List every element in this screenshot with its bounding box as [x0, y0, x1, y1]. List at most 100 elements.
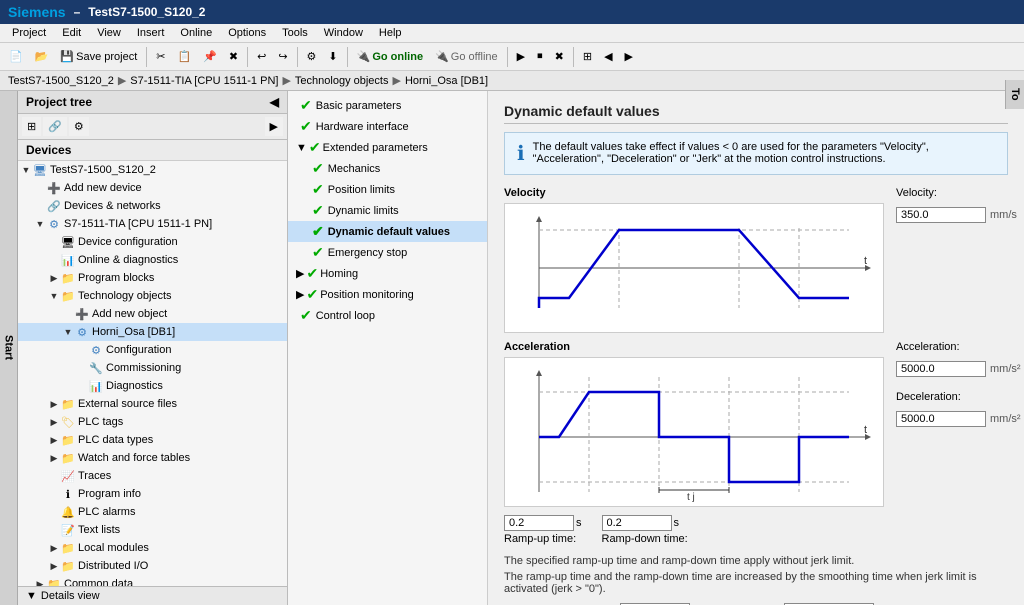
- tree-label-distIO: Distributed I/O: [78, 560, 287, 572]
- tree-item-devConfig[interactable]: 🖥 Device configuration: [18, 233, 287, 251]
- menu-tools[interactable]: Tools: [274, 25, 316, 41]
- param-basic[interactable]: ✔ Basic parameters: [288, 95, 487, 116]
- breadcrumb-item-0[interactable]: TestS7-1500_S120_2: [8, 75, 114, 87]
- tree-item-diagnostics[interactable]: 📊 Diagnostics: [18, 377, 287, 395]
- check-basic: ✔: [300, 97, 312, 114]
- tree-item-plcDataTypes[interactable]: ▶ 📁 PLC data types: [18, 431, 287, 449]
- tree-item-traces[interactable]: 📈 Traces: [18, 467, 287, 485]
- tree-label-diagnostics: Diagnostics: [106, 380, 287, 392]
- page-title: Dynamic default values: [504, 103, 1008, 124]
- tree-item-progInfo[interactable]: ℹ Program info: [18, 485, 287, 503]
- param-dynLimits[interactable]: ✔ Dynamic limits: [288, 200, 487, 221]
- tree-item-online[interactable]: 📊 Online & diagnostics: [18, 251, 287, 269]
- details-arrow[interactable]: ▼: [26, 590, 37, 602]
- overview-button[interactable]: ⊞: [578, 47, 597, 66]
- param-homing[interactable]: ▶ ✔ Homing: [288, 263, 487, 284]
- sidebar-btn-expand[interactable]: ▶: [265, 117, 283, 136]
- tree-item-commissioning[interactable]: 🔧 Commissioning: [18, 359, 287, 377]
- tree-item-addDevice[interactable]: ➕ Add new device: [18, 179, 287, 197]
- sidebar-btn-1[interactable]: ⊞: [22, 117, 41, 136]
- menu-online[interactable]: Online: [172, 25, 220, 41]
- redo-button[interactable]: ↪: [273, 47, 292, 66]
- breadcrumb-item-1[interactable]: S7-1511-TIA [CPU 1511-1 PN]: [130, 75, 278, 87]
- save-button[interactable]: 💾 Save project: [55, 47, 142, 66]
- tree-item-configuration[interactable]: ⚙ Configuration: [18, 341, 287, 359]
- tree-item-cpu[interactable]: ▼ ⚙ S7-1511-TIA [CPU 1511-1 PN]: [18, 215, 287, 233]
- undo-button[interactable]: ↩: [252, 47, 271, 66]
- sidebar-btn-3[interactable]: ⚙: [69, 117, 89, 136]
- acceleration-input[interactable]: [896, 361, 986, 377]
- check-posMon: ✔: [306, 286, 318, 303]
- download-button[interactable]: ⬇: [323, 47, 342, 66]
- tree-icon-devConfig: 🖥: [60, 234, 76, 250]
- compile-button[interactable]: ⚙: [302, 47, 322, 66]
- param-extended[interactable]: ▼ ✔ Extended parameters: [288, 137, 487, 158]
- tree-label-devConfig: Device configuration: [78, 236, 287, 248]
- param-posMon[interactable]: ▶ ✔ Position monitoring: [288, 284, 487, 305]
- param-dynDefaults[interactable]: ✔ Dynamic default values: [288, 221, 487, 242]
- tree-item-extSrc[interactable]: ▶ 📁 External source files: [18, 395, 287, 413]
- close-project-button[interactable]: ✖: [550, 47, 569, 66]
- ramp-down-field: s Ramp-down time:: [602, 515, 688, 545]
- deceleration-input[interactable]: [896, 411, 986, 427]
- ramp-up-input[interactable]: [504, 515, 574, 531]
- tree-label-addDevice: Add new device: [64, 182, 287, 194]
- breadcrumb-item-3[interactable]: Horni_Osa [DB1]: [405, 75, 488, 87]
- tree-item-addNew[interactable]: ➕ Add new object: [18, 305, 287, 323]
- paste-button[interactable]: 📌: [198, 47, 222, 66]
- tree-item-plcAlarms[interactable]: 🔔 PLC alarms: [18, 503, 287, 521]
- menu-help[interactable]: Help: [371, 25, 410, 41]
- tree-item-techObj[interactable]: ▼ 📁 Technology objects: [18, 287, 287, 305]
- label-posMon: Position monitoring: [320, 289, 414, 301]
- tree-item-localMods[interactable]: ▶ 📁 Local modules: [18, 539, 287, 557]
- velocity-input[interactable]: [896, 207, 986, 223]
- start-tab[interactable]: Start: [0, 91, 18, 605]
- tree-icon-online: 📊: [60, 252, 76, 268]
- velocity-value-field[interactable]: mm/s: [896, 207, 1017, 223]
- menu-options[interactable]: Options: [220, 25, 274, 41]
- tree-item-plcTags[interactable]: ▶ 🏷 PLC tags: [18, 413, 287, 431]
- tree-item-horni[interactable]: ▼ ⚙ Horni_Osa [DB1]: [18, 323, 287, 341]
- menu-project[interactable]: Project: [4, 25, 54, 41]
- tree-arrow-cpu: ▼: [34, 219, 46, 229]
- back-button[interactable]: ◀: [599, 47, 617, 66]
- stop-cpu-button[interactable]: ⏹: [532, 47, 548, 66]
- menu-insert[interactable]: Insert: [129, 25, 173, 41]
- copy-button[interactable]: 📋: [172, 47, 196, 66]
- param-hwInterface[interactable]: ✔ Hardware interface: [288, 116, 487, 137]
- new-button[interactable]: 📄: [4, 47, 28, 66]
- menu-view[interactable]: View: [89, 25, 129, 41]
- param-emergStop[interactable]: ✔ Emergency stop: [288, 242, 487, 263]
- tree-item-textLists[interactable]: 📝 Text lists: [18, 521, 287, 539]
- top-right-tab[interactable]: To: [1005, 80, 1024, 109]
- param-posLimits[interactable]: ✔ Position limits: [288, 179, 487, 200]
- param-controlLoop[interactable]: ✔ Control loop: [288, 305, 487, 326]
- forward-button[interactable]: ▶: [620, 47, 638, 66]
- sidebar-collapse-icon[interactable]: ◀: [270, 95, 279, 109]
- tree-item-distIO[interactable]: ▶ 📁 Distributed I/O: [18, 557, 287, 575]
- go-online-button[interactable]: 🔌 Go online: [352, 47, 428, 66]
- ramp-down-input[interactable]: [602, 515, 672, 531]
- tree-item-commonData[interactable]: ▶ 📁 Common data: [18, 575, 287, 586]
- breadcrumb-item-2[interactable]: Technology objects: [295, 75, 389, 87]
- menu-edit[interactable]: Edit: [54, 25, 89, 41]
- tree-item-watchForce[interactable]: ▶ 📁 Watch and force tables: [18, 449, 287, 467]
- tree-item-devNetworks[interactable]: 🔗 Devices & networks: [18, 197, 287, 215]
- delete-button[interactable]: ✖: [224, 47, 243, 66]
- tree-icon-commonData: 📁: [46, 576, 62, 586]
- toolbar-sep-1: [146, 47, 147, 67]
- open-button[interactable]: 📂: [30, 47, 54, 66]
- velocity-field: Velocity:: [896, 187, 1017, 199]
- param-mechanics[interactable]: ✔ Mechanics: [288, 158, 487, 179]
- start-cpu-button[interactable]: ▶: [512, 47, 530, 66]
- tree-icon-traces: 📈: [60, 468, 76, 484]
- label-extended: Extended parameters: [323, 142, 428, 154]
- tree-item-progBlocks[interactable]: ▶ 📁 Program blocks: [18, 269, 287, 287]
- cut-button[interactable]: ✂: [151, 47, 170, 66]
- tree-item-root[interactable]: ▼ 🖥 TestS7-1500_S120_2: [18, 161, 287, 179]
- go-offline-button[interactable]: 🔌 Go offline: [430, 47, 503, 66]
- sidebar-btn-2[interactable]: 🔗: [43, 117, 67, 136]
- tree-icon-progInfo: ℹ: [60, 486, 76, 502]
- menu-window[interactable]: Window: [316, 25, 371, 41]
- breadcrumb-sep-0: ▶: [118, 74, 126, 87]
